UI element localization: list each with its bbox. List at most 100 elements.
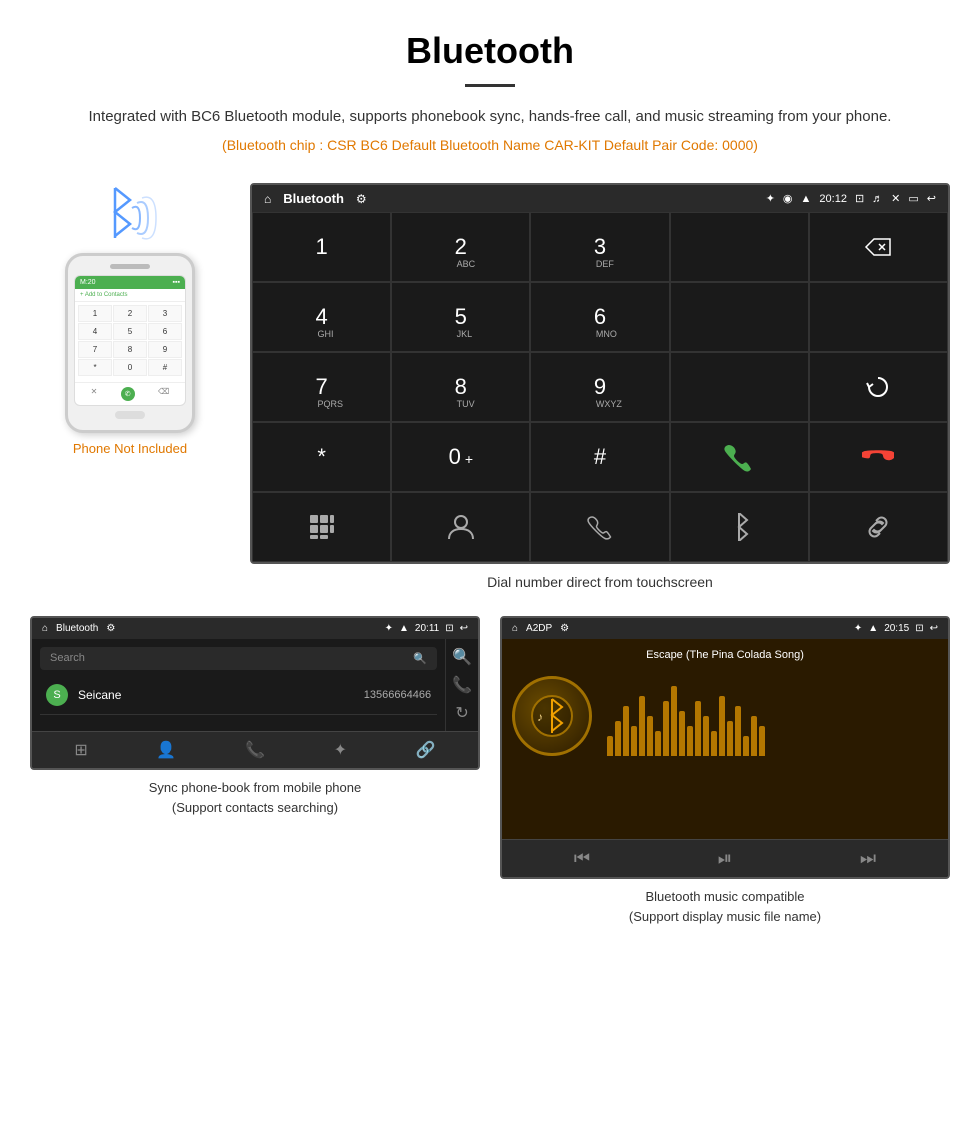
phone-call-button[interactable]: ✆ [121,387,135,401]
eq-bar-20 [759,726,765,756]
phonebook-nav-bt[interactable]: ✦ [334,740,347,760]
music-prev-icon[interactable]: ⏮ [574,848,590,869]
eq-bar-16 [727,721,733,756]
phone-section: M:20▪▪▪ + Add to Contacts 1 2 3 4 5 6 7 … [30,183,230,456]
end-call-icon [862,441,894,473]
phonebook-nav-person[interactable]: 👤 [156,740,176,760]
dialpad-call-button[interactable] [670,422,809,492]
dialpad-key-0[interactable]: 0+ [391,422,530,492]
music-album-art: ♪ [512,676,592,756]
phonebook-nav-grid[interactable]: ⊞ [74,740,87,760]
music-usb-icon: ⚙ [560,623,569,634]
phonebook-search-side-icon[interactable]: 🔍 [452,647,472,667]
dialpad-key-6[interactable]: 6MNO [530,282,669,352]
bluetooth-nav-icon [729,513,749,541]
page-title: Bluetooth [60,30,920,72]
phonebook-camera-icon[interactable]: ⊡ [445,623,453,634]
phonebook-call-side-icon[interactable]: 📞 [452,675,472,695]
phone-screen: M:20▪▪▪ + Add to Contacts 1 2 3 4 5 6 7 … [74,275,186,406]
search-icon[interactable]: 🔍 [413,652,427,665]
dialpad-key-2[interactable]: 2ABC [391,212,530,282]
phonebook-nav-link[interactable]: 🔗 [416,740,436,760]
backspace-icon [864,237,892,257]
phone-key-star[interactable]: * [78,359,112,376]
dialpad-end-call-button[interactable] [809,422,948,492]
phone-key-8[interactable]: 8 [113,341,147,358]
music-back-icon[interactable]: ↩ [930,623,938,634]
music-caption-line1: Bluetooth music compatible [646,889,805,904]
statusbar-right: ✦ ◉ ▲ 20:12 ⊡ ♬ ✕ ▭ ↩ [766,192,936,205]
phone-speaker [110,264,150,269]
phone-icon [587,514,613,540]
phone-key-1[interactable]: 1 [78,305,112,322]
dialpad-nav-grid[interactable] [252,492,391,562]
large-device-screen: ⌂ Bluetooth ⚙ ✦ ◉ ▲ 20:12 ⊡ ♬ ✕ ▭ ↩ [250,183,950,564]
phone-key-7[interactable]: 7 [78,341,112,358]
volume-icon[interactable]: ♬ [872,193,883,205]
phone-key-6[interactable]: 6 [148,323,182,340]
bluetooth-icon-area [90,183,170,243]
music-home-icon[interactable]: ⌂ [512,623,518,634]
music-camera-icon[interactable]: ⊡ [915,623,923,634]
eq-bar-10 [679,711,685,756]
home-icon[interactable]: ⌂ [264,192,271,206]
dialpad-key-hash[interactable]: # [530,422,669,492]
dialpad-key-4[interactable]: 4GHI [252,282,391,352]
phone-mockup: M:20▪▪▪ + Add to Contacts 1 2 3 4 5 6 7 … [65,253,195,433]
dialpad-nav-link[interactable] [809,492,948,562]
phonebook-signal-icon: ▲ [399,623,409,634]
dialpad-backspace[interactable] [809,212,948,282]
eq-bar-7 [655,731,661,756]
dialpad-nav-bluetooth[interactable] [670,492,809,562]
phone-key-hash[interactable]: # [148,359,182,376]
dialpad-nav-contacts[interactable] [391,492,530,562]
phone-key-4[interactable]: 4 [78,323,112,340]
dialpad-key-1[interactable]: 1 [252,212,391,282]
dialpad-empty-r3c4 [670,352,809,422]
phone-key-5[interactable]: 5 [113,323,147,340]
bluetooth-specs: (Bluetooth chip : CSR BC6 Default Blueto… [60,137,920,153]
phonebook-refresh-side-icon[interactable]: ↻ [455,703,468,723]
phone-keypad: 1 2 3 4 5 6 7 8 9 * 0 # [75,302,185,379]
phonebook-nav-phone[interactable]: 📞 [245,740,265,760]
statusbar-title: Bluetooth [283,191,344,206]
phonebook-screen-item: ⌂ Bluetooth ⚙ ✦ ▲ 20:11 ⊡ ↩ Search [30,616,480,931]
dialpad-key-8[interactable]: 8TUV [391,352,530,422]
contact-name: Seicane [78,688,364,702]
dialpad-key-star[interactable]: * [252,422,391,492]
phone-key-9[interactable]: 9 [148,341,182,358]
phonebook-home-icon[interactable]: ⌂ [42,623,48,634]
music-song-title: Escape (The Pina Colada Song) [512,649,938,661]
phone-key-3[interactable]: 3 [148,305,182,322]
eq-bar-19 [751,716,757,756]
dialpad-key-9[interactable]: 9WXYZ [530,352,669,422]
eq-bar-2 [615,721,621,756]
eq-bar-5 [639,696,645,756]
back-icon[interactable]: ↩ [927,192,936,205]
eq-bar-1 [607,736,613,756]
refresh-icon [865,374,891,400]
large-screen-caption: Dial number direct from touchscreen [250,564,950,606]
window-icon[interactable]: ▭ [908,192,918,205]
music-play-pause-icon[interactable]: ⏯ [718,848,732,869]
phone-key-0[interactable]: 0 [113,359,147,376]
music-caption-line2: (Support display music file name) [629,909,821,924]
link-icon [864,513,892,541]
dialpad-refresh[interactable] [809,352,948,422]
music-album-area: ♪ [512,676,938,756]
page-description: Integrated with BC6 Bluetooth module, su… [60,105,920,129]
contact-row[interactable]: S Seicane 13566664466 [40,676,437,715]
dialpad-key-3[interactable]: 3DEF [530,212,669,282]
contact-number: 13566664466 [364,689,431,701]
phone-key-2[interactable]: 2 [113,305,147,322]
dialpad-nav-call[interactable] [530,492,669,562]
dialpad-key-5[interactable]: 5JKL [391,282,530,352]
phonebook-back-icon[interactable]: ↩ [460,623,468,634]
phone-bottom-bar: ✕ ✆ ⌫ [75,382,185,405]
search-placeholder[interactable]: Search [50,652,85,665]
camera-icon[interactable]: ⊡ [855,192,864,205]
dialpad-key-7[interactable]: 7PQRS [252,352,391,422]
music-next-icon[interactable]: ⏭ [860,848,876,869]
close-icon[interactable]: ✕ [891,192,900,205]
phonebook-sidebar: 🔍 📞 ↻ [445,639,478,731]
